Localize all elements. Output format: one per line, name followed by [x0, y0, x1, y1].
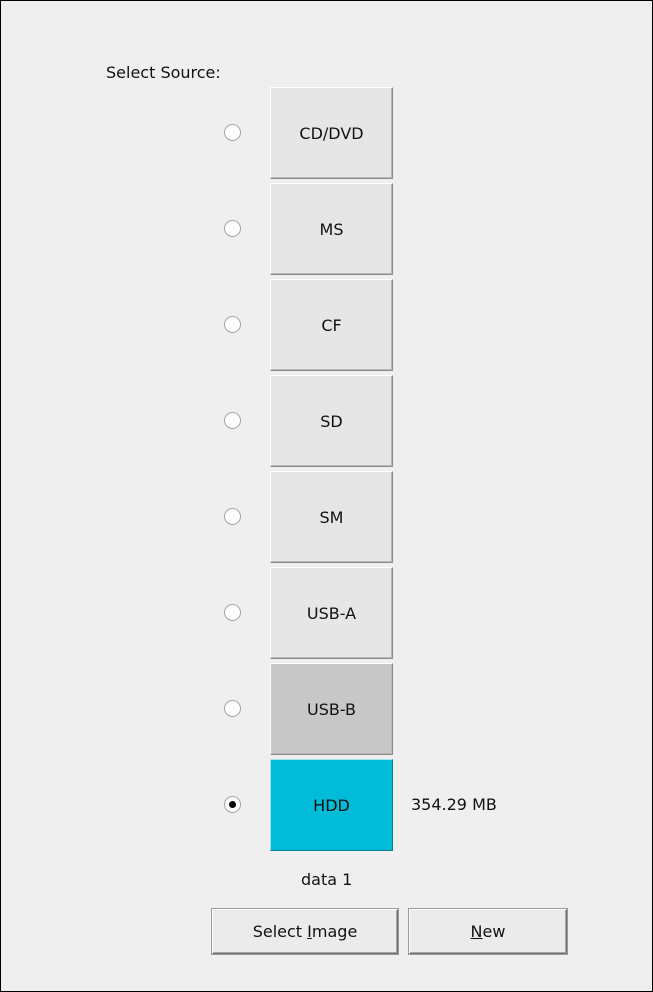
image-name-label: data 1 [301, 870, 353, 889]
source-row-hdd: HDD 354.29 MB [1, 759, 653, 851]
source-button-hdd[interactable]: HDD [270, 759, 393, 851]
source-row-cf: CF [1, 279, 653, 371]
source-button-usb-a[interactable]: USB-A [270, 567, 393, 659]
radio-usb-a[interactable] [224, 604, 241, 621]
new-label-post: ew [482, 922, 506, 941]
select-source-label: Select Source: [106, 63, 221, 82]
radio-sd[interactable] [224, 412, 241, 429]
source-row-ms: MS [1, 183, 653, 275]
radio-ms[interactable] [224, 220, 241, 237]
source-button-sd[interactable]: SD [270, 375, 393, 467]
radio-cf[interactable] [224, 316, 241, 333]
radio-usb-b[interactable] [224, 700, 241, 717]
source-button-usb-b[interactable]: USB-B [270, 663, 393, 755]
select-image-button[interactable]: Select Image [212, 909, 398, 954]
source-button-cf[interactable]: CF [270, 279, 393, 371]
radio-cd-dvd[interactable] [224, 124, 241, 141]
new-button[interactable]: New [409, 909, 567, 954]
select-image-label-post: mage [311, 922, 358, 941]
source-button-sm[interactable]: SM [270, 471, 393, 563]
source-row-usb-b: USB-B [1, 663, 653, 755]
source-button-ms[interactable]: MS [270, 183, 393, 275]
radio-selected-dot [229, 801, 236, 808]
select-image-label-pre: Select [252, 922, 308, 941]
source-button-cd-dvd[interactable]: CD/DVD [270, 87, 393, 179]
radio-hdd[interactable] [224, 796, 241, 813]
source-row-sm: SM [1, 471, 653, 563]
source-row-usb-a: USB-A [1, 567, 653, 659]
source-row-cd-dvd: CD/DVD [1, 87, 653, 179]
hdd-size-label: 354.29 MB [411, 795, 497, 814]
new-mnemonic: N [470, 922, 483, 941]
select-source-panel: Select Source: CD/DVD MS CF SD SM USB-A … [0, 0, 653, 992]
source-row-sd: SD [1, 375, 653, 467]
radio-sm[interactable] [224, 508, 241, 525]
